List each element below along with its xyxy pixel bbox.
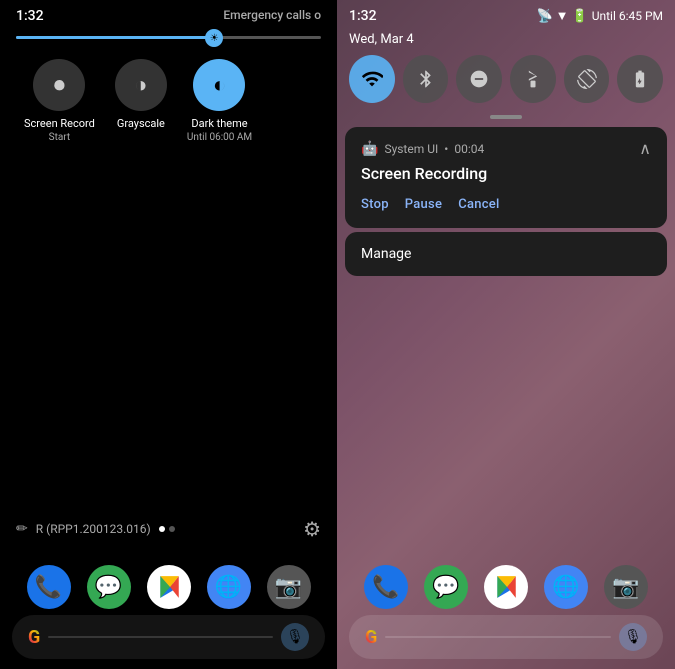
brightness-track[interactable]: [16, 36, 321, 39]
dot-2: [169, 526, 175, 532]
system-ui-icon: 🤖: [361, 141, 378, 157]
tile-screen-record-icon: ⏺: [33, 59, 85, 111]
app-phone-left[interactable]: 📞: [27, 565, 71, 609]
google-logo-left: G: [28, 627, 40, 648]
status-icon-group: 📡 ▼ 🔋: [536, 8, 587, 24]
tile-dark-theme-label: Dark theme: [191, 117, 247, 130]
date-row: Wed, Mar 4: [337, 32, 675, 51]
until-text: Until 6:45 PM: [592, 9, 663, 23]
notif-stop-button[interactable]: Stop: [361, 193, 397, 216]
tile-screen-record[interactable]: ⏺ Screen Record Start: [24, 59, 95, 143]
brightness-row[interactable]: [0, 32, 337, 51]
tile-grayscale[interactable]: ◑ Grayscale: [115, 59, 167, 143]
left-search-bar[interactable]: G 🎙: [12, 615, 325, 659]
tile-wifi[interactable]: [349, 55, 395, 103]
date-label: Wed, Mar 4: [349, 32, 414, 47]
dot-1: [159, 526, 165, 532]
manage-row[interactable]: Manage: [345, 232, 667, 276]
gear-icon: ⚙: [303, 517, 321, 541]
tile-bluetooth[interactable]: [403, 55, 449, 103]
app-messages-left[interactable]: 💬: [87, 565, 131, 609]
manage-label: Manage: [361, 246, 411, 262]
notif-actions: Stop Pause Cancel: [361, 193, 651, 216]
emergency-text: Emergency calls o: [223, 8, 321, 22]
app-camera-left[interactable]: 📷: [267, 565, 311, 609]
app-messages-right[interactable]: 💬: [424, 565, 468, 609]
tile-grayscale-label: Grayscale: [117, 117, 165, 130]
notif-expand-icon[interactable]: ∧: [639, 139, 651, 158]
app-camera-right[interactable]: 📷: [604, 565, 648, 609]
notif-cancel-button[interactable]: Cancel: [458, 193, 507, 216]
right-time: 1:32: [349, 8, 377, 24]
tile-screen-record-label: Screen Record: [24, 117, 95, 130]
indicator-line: [337, 111, 675, 123]
google-mic-left[interactable]: 🎙: [281, 623, 309, 651]
left-time: 1:32: [16, 8, 44, 24]
brightness-thumb: [205, 29, 223, 47]
pencil-icon: ✏: [16, 521, 28, 537]
wifi-icon: ▼: [556, 8, 569, 24]
right-status-bar: 1:32 📡 ▼ 🔋 Until 6:45 PM: [337, 0, 675, 32]
tile-rotation[interactable]: [564, 55, 610, 103]
tile-dnd[interactable]: [456, 55, 502, 103]
tile-battery-saver[interactable]: [617, 55, 663, 103]
left-panel: 1:32 Emergency calls o ⏺ Screen Record S…: [0, 0, 337, 669]
app-play-left[interactable]: [147, 565, 191, 609]
left-app-dock: 📞 💬 🌐 📷: [0, 565, 337, 609]
app-play-right[interactable]: [484, 565, 528, 609]
notif-title: Screen Recording: [361, 164, 651, 183]
indicator-pill: [490, 115, 522, 119]
notification-card: 🤖 System UI • 00:04 ∧ Screen Recording S…: [345, 127, 667, 228]
settings-button[interactable]: ⚙: [303, 517, 321, 541]
search-divider-right: [385, 636, 611, 638]
notif-app-info: 🤖 System UI • 00:04: [361, 141, 484, 157]
notif-dot: •: [444, 142, 448, 156]
tile-dark-theme-sublabel: Until 06:00 AM: [187, 132, 252, 143]
notif-app-name: System UI: [384, 142, 438, 156]
right-panel: 1:32 📡 ▼ 🔋 Until 6:45 PM Wed, Mar 4: [337, 0, 675, 669]
notif-header: 🤖 System UI • 00:04 ∧: [361, 139, 651, 158]
notif-pause-button[interactable]: Pause: [405, 193, 450, 216]
battery-icon: 🔋: [572, 9, 588, 24]
right-search-bar[interactable]: G 🎙: [349, 615, 663, 659]
right-status-icons: 📡 ▼ 🔋 Until 6:45 PM: [536, 8, 663, 24]
left-status-bar: 1:32 Emergency calls o: [0, 0, 337, 32]
search-divider-left: [48, 636, 273, 638]
notif-time: 00:04: [454, 142, 484, 156]
tile-dark-theme[interactable]: ◐ Dark theme Until 06:00 AM: [187, 59, 252, 143]
cast-icon: 📡: [536, 9, 552, 24]
app-chrome-right[interactable]: 🌐: [544, 565, 588, 609]
app-phone-right[interactable]: 📞: [364, 565, 408, 609]
tile-dark-theme-icon: ◐: [193, 59, 245, 111]
app-chrome-left[interactable]: 🌐: [207, 565, 251, 609]
right-quick-tiles: [337, 51, 675, 111]
google-mic-right[interactable]: 🎙: [619, 623, 647, 651]
left-quick-tiles: ⏺ Screen Record Start ◑ Grayscale ◐ Dark…: [0, 51, 337, 151]
left-bottom-bar: ✏ R (RPP1.200123.016) ⚙: [0, 509, 337, 549]
build-text: R (RPP1.200123.016): [36, 522, 151, 536]
google-logo-right: G: [365, 627, 377, 648]
tile-flashlight[interactable]: [510, 55, 556, 103]
tile-screen-record-sublabel: Start: [49, 132, 71, 143]
right-app-dock: 📞 💬 🌐 📷: [337, 565, 675, 609]
brightness-fill: [16, 36, 214, 39]
page-indicator: [159, 526, 175, 532]
tile-grayscale-icon: ◑: [115, 59, 167, 111]
build-info: ✏ R (RPP1.200123.016): [16, 521, 175, 537]
